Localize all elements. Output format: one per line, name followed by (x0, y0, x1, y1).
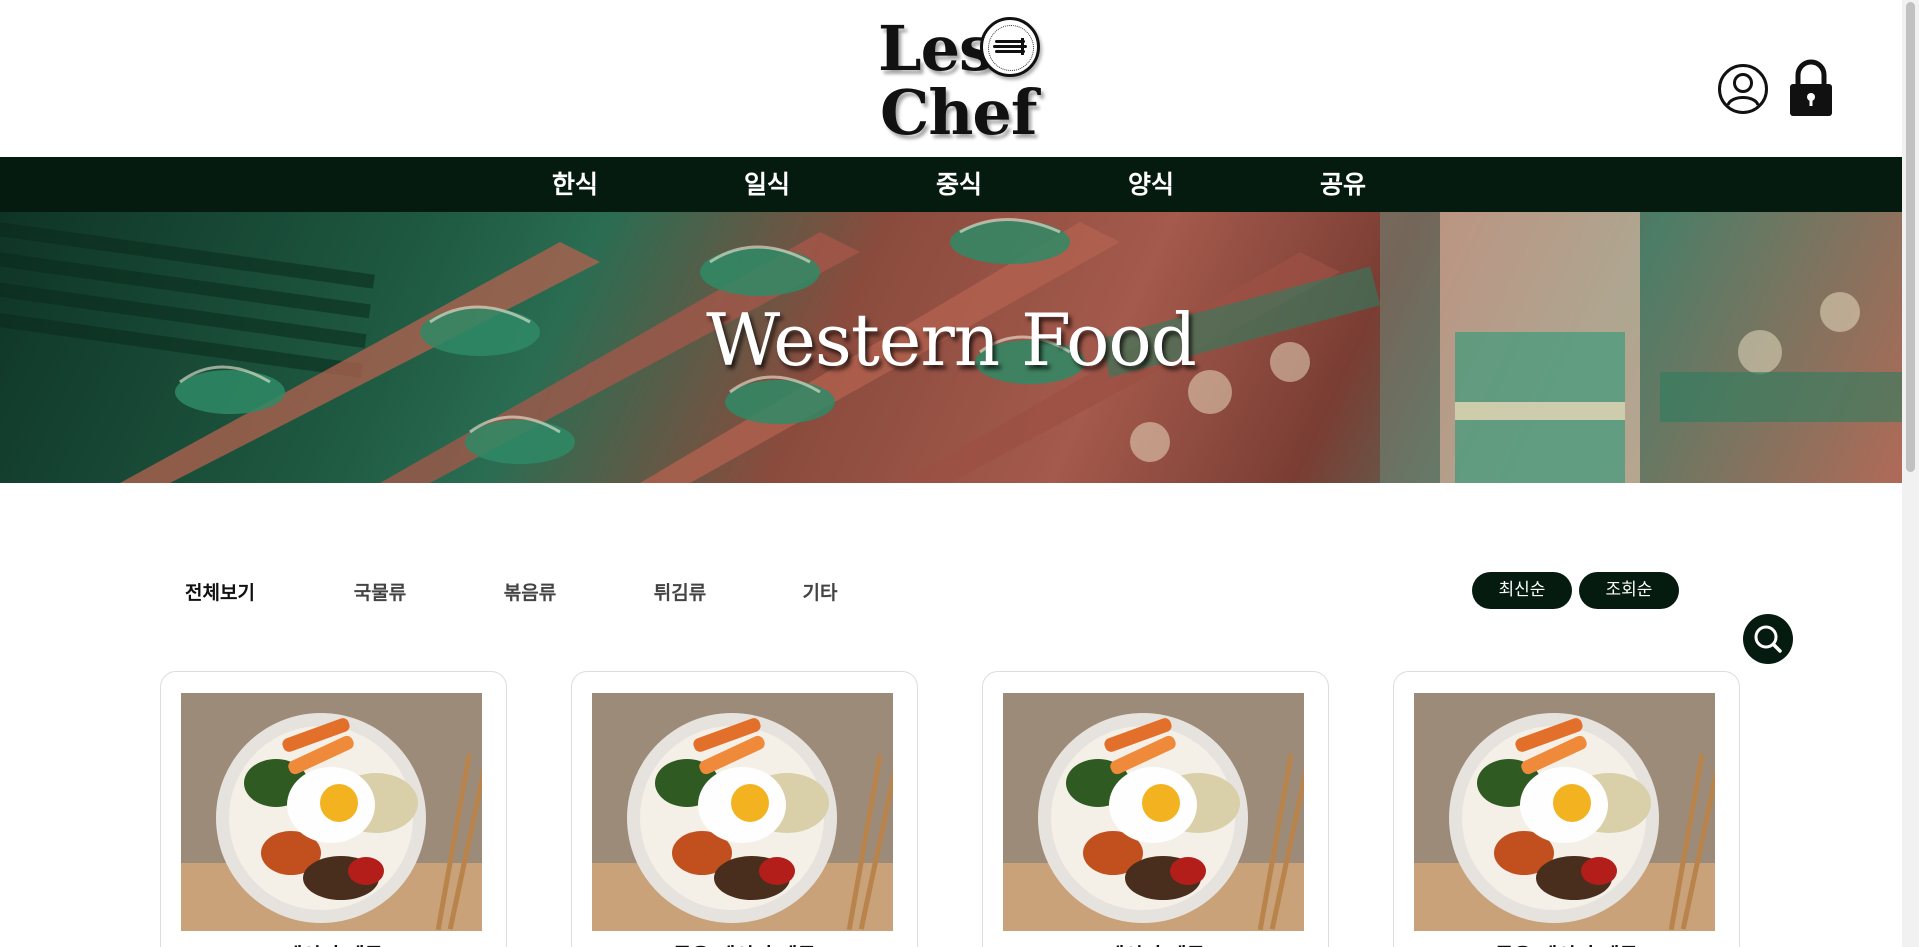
logo-text-chef: Chef (880, 76, 1038, 149)
scrollbar-thumb[interactable] (1906, 2, 1915, 472)
site-header: Les Chef (0, 0, 1902, 157)
main-nav: 한식 일식 중식 양식 공유 (0, 157, 1902, 212)
nav-item-shared[interactable]: 공유 (1320, 157, 1366, 212)
recipe-image (1003, 693, 1304, 931)
recipe-title: 레시피 제목 (983, 939, 1328, 947)
nav-item-korean[interactable]: 한식 (552, 157, 598, 212)
filter-stir-fry[interactable]: 볶음류 (504, 578, 556, 605)
recipe-title: 레시피 제목 (161, 939, 506, 947)
logo-text-les: Les (878, 12, 994, 85)
filter-all[interactable]: 전체보기 (185, 578, 255, 605)
recipe-card[interactable]: 레시피 제목 (982, 671, 1329, 947)
sort-latest-button[interactable]: 최신순 (1472, 572, 1572, 609)
filter-soup[interactable]: 국물류 (354, 578, 406, 605)
lock-icon[interactable] (1788, 59, 1834, 117)
nav-item-western[interactable]: 양식 (1128, 157, 1174, 212)
recipe-title: 공유 레시피 제목 (1394, 939, 1739, 947)
hero-title: Western Food (706, 298, 1197, 382)
recipe-card[interactable]: 공유 레시피 제목 (571, 671, 918, 947)
filter-fried[interactable]: 튀김류 (654, 578, 706, 605)
scrollbar[interactable] (1902, 0, 1919, 947)
search-button[interactable] (1743, 614, 1793, 664)
hero-banner: Western Food (0, 212, 1902, 483)
recipe-title: 공유 레시피 제목 (572, 939, 917, 947)
filter-other[interactable]: 기타 (803, 578, 838, 605)
page: Les Chef 한식 일식 중식 양식 공유 Western Food 전체보… (0, 0, 1902, 947)
nav-item-japanese[interactable]: 일식 (744, 157, 790, 212)
recipe-card[interactable]: 레시피 제목 (160, 671, 507, 947)
nav-item-chinese[interactable]: 중식 (936, 157, 982, 212)
logo[interactable]: Les Chef (876, 12, 1052, 144)
recipe-card[interactable]: 공유 레시피 제목 (1393, 671, 1740, 947)
search-icon (1754, 625, 1782, 653)
plate-cutlery-icon (980, 17, 1040, 77)
user-icon[interactable] (1717, 63, 1769, 115)
recipe-image (592, 693, 893, 931)
recipe-image (181, 693, 482, 931)
sort-views-button[interactable]: 조회순 (1579, 572, 1679, 609)
recipe-image (1414, 693, 1715, 931)
